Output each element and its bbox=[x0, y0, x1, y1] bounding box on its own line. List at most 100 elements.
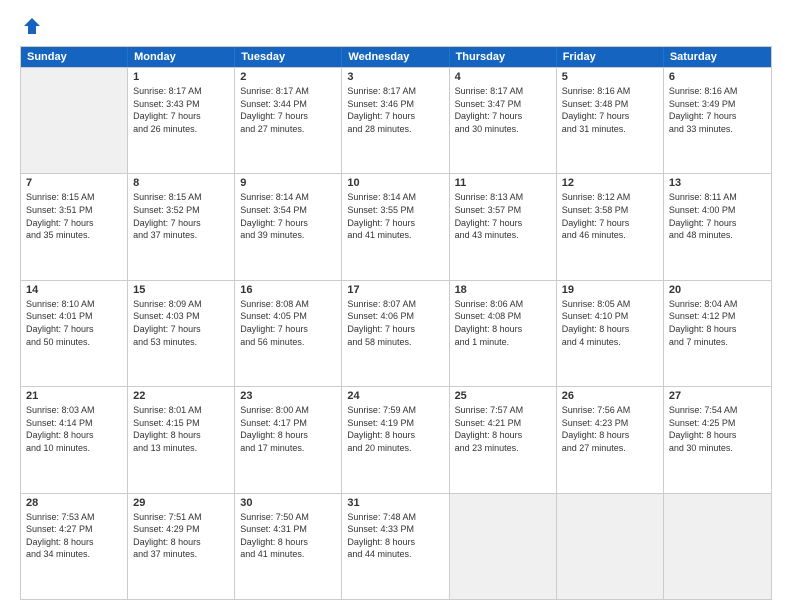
cell-info-line: Sunrise: 8:08 AM bbox=[240, 298, 336, 311]
cell-info-line: and 58 minutes. bbox=[347, 336, 443, 349]
cell-info-line: Daylight: 7 hours bbox=[562, 110, 658, 123]
cell-info-line: Sunset: 4:21 PM bbox=[455, 417, 551, 430]
day-number: 14 bbox=[26, 284, 122, 296]
cell-info-line: Sunset: 4:33 PM bbox=[347, 523, 443, 536]
cell-info-line: and 37 minutes. bbox=[133, 229, 229, 242]
cell-info-line: Daylight: 8 hours bbox=[455, 429, 551, 442]
day-number: 6 bbox=[669, 71, 766, 83]
day-cell-28: 28Sunrise: 7:53 AMSunset: 4:27 PMDayligh… bbox=[21, 494, 128, 599]
cell-info-line: Sunset: 3:57 PM bbox=[455, 204, 551, 217]
cell-info-line: Sunrise: 8:15 AM bbox=[133, 191, 229, 204]
day-number: 11 bbox=[455, 177, 551, 189]
day-number: 8 bbox=[133, 177, 229, 189]
day-number: 12 bbox=[562, 177, 658, 189]
cell-info-line: Sunset: 4:06 PM bbox=[347, 310, 443, 323]
cell-info-line: Sunset: 4:14 PM bbox=[26, 417, 122, 430]
cell-info-line: Daylight: 7 hours bbox=[669, 217, 766, 230]
day-cell-22: 22Sunrise: 8:01 AMSunset: 4:15 PMDayligh… bbox=[128, 387, 235, 492]
cell-info-line: Sunrise: 8:03 AM bbox=[26, 404, 122, 417]
cell-info-line: Sunrise: 8:17 AM bbox=[133, 85, 229, 98]
day-number: 10 bbox=[347, 177, 443, 189]
day-number: 29 bbox=[133, 497, 229, 509]
cell-info-line: Sunrise: 8:16 AM bbox=[669, 85, 766, 98]
day-cell-27: 27Sunrise: 7:54 AMSunset: 4:25 PMDayligh… bbox=[664, 387, 771, 492]
cell-info-line: Daylight: 8 hours bbox=[562, 429, 658, 442]
cell-info-line: Sunset: 4:23 PM bbox=[562, 417, 658, 430]
cell-info-line: Daylight: 7 hours bbox=[240, 217, 336, 230]
empty-cell bbox=[450, 494, 557, 599]
cell-info-line: Sunset: 4:00 PM bbox=[669, 204, 766, 217]
header-day-friday: Friday bbox=[557, 47, 664, 67]
cell-info-line: Sunrise: 7:50 AM bbox=[240, 511, 336, 524]
cell-info-line: Daylight: 8 hours bbox=[562, 323, 658, 336]
cell-info-line: and 41 minutes. bbox=[347, 229, 443, 242]
day-number: 1 bbox=[133, 71, 229, 83]
cell-info-line: Sunrise: 8:10 AM bbox=[26, 298, 122, 311]
cell-info-line: Sunset: 3:46 PM bbox=[347, 98, 443, 111]
cell-info-line: and 50 minutes. bbox=[26, 336, 122, 349]
cell-info-line: and 34 minutes. bbox=[26, 548, 122, 561]
day-cell-5: 5Sunrise: 8:16 AMSunset: 3:48 PMDaylight… bbox=[557, 68, 664, 173]
day-number: 4 bbox=[455, 71, 551, 83]
cell-info-line: Sunrise: 8:09 AM bbox=[133, 298, 229, 311]
cell-info-line: and 30 minutes. bbox=[669, 442, 766, 455]
header-day-monday: Monday bbox=[128, 47, 235, 67]
calendar-row-4: 21Sunrise: 8:03 AMSunset: 4:14 PMDayligh… bbox=[21, 386, 771, 492]
cell-info-line: and 41 minutes. bbox=[240, 548, 336, 561]
calendar-row-1: 1Sunrise: 8:17 AMSunset: 3:43 PMDaylight… bbox=[21, 67, 771, 173]
day-number: 23 bbox=[240, 390, 336, 402]
cell-info-line: Sunrise: 8:07 AM bbox=[347, 298, 443, 311]
cell-info-line: Daylight: 8 hours bbox=[133, 536, 229, 549]
day-cell-2: 2Sunrise: 8:17 AMSunset: 3:44 PMDaylight… bbox=[235, 68, 342, 173]
cell-info-line: and 28 minutes. bbox=[347, 123, 443, 136]
cell-info-line: Daylight: 7 hours bbox=[347, 323, 443, 336]
day-cell-30: 30Sunrise: 7:50 AMSunset: 4:31 PMDayligh… bbox=[235, 494, 342, 599]
cell-info-line: Sunrise: 8:01 AM bbox=[133, 404, 229, 417]
cell-info-line: and 33 minutes. bbox=[669, 123, 766, 136]
calendar-header: SundayMondayTuesdayWednesdayThursdayFrid… bbox=[21, 47, 771, 67]
cell-info-line: Sunset: 3:58 PM bbox=[562, 204, 658, 217]
day-number: 15 bbox=[133, 284, 229, 296]
cell-info-line: and 26 minutes. bbox=[133, 123, 229, 136]
day-cell-13: 13Sunrise: 8:11 AMSunset: 4:00 PMDayligh… bbox=[664, 174, 771, 279]
cell-info-line: Sunrise: 8:17 AM bbox=[240, 85, 336, 98]
day-number: 30 bbox=[240, 497, 336, 509]
cell-info-line: and 23 minutes. bbox=[455, 442, 551, 455]
cell-info-line: Sunrise: 8:14 AM bbox=[347, 191, 443, 204]
cell-info-line: and 48 minutes. bbox=[669, 229, 766, 242]
day-cell-9: 9Sunrise: 8:14 AMSunset: 3:54 PMDaylight… bbox=[235, 174, 342, 279]
day-cell-4: 4Sunrise: 8:17 AMSunset: 3:47 PMDaylight… bbox=[450, 68, 557, 173]
cell-info-line: Sunrise: 7:54 AM bbox=[669, 404, 766, 417]
day-number: 17 bbox=[347, 284, 443, 296]
cell-info-line: Daylight: 7 hours bbox=[455, 110, 551, 123]
cell-info-line: Sunrise: 7:51 AM bbox=[133, 511, 229, 524]
header-day-wednesday: Wednesday bbox=[342, 47, 449, 67]
day-cell-1: 1Sunrise: 8:17 AMSunset: 3:43 PMDaylight… bbox=[128, 68, 235, 173]
cell-info-line: and 27 minutes. bbox=[240, 123, 336, 136]
cell-info-line: Daylight: 7 hours bbox=[347, 110, 443, 123]
cell-info-line: Sunset: 4:15 PM bbox=[133, 417, 229, 430]
cell-info-line: and 7 minutes. bbox=[669, 336, 766, 349]
day-cell-10: 10Sunrise: 8:14 AMSunset: 3:55 PMDayligh… bbox=[342, 174, 449, 279]
empty-cell bbox=[557, 494, 664, 599]
day-number: 7 bbox=[26, 177, 122, 189]
empty-cell bbox=[664, 494, 771, 599]
cell-info-line: Sunset: 3:48 PM bbox=[562, 98, 658, 111]
page: SundayMondayTuesdayWednesdayThursdayFrid… bbox=[0, 0, 792, 612]
day-number: 18 bbox=[455, 284, 551, 296]
day-cell-21: 21Sunrise: 8:03 AMSunset: 4:14 PMDayligh… bbox=[21, 387, 128, 492]
cell-info-line: Sunset: 4:19 PM bbox=[347, 417, 443, 430]
day-cell-6: 6Sunrise: 8:16 AMSunset: 3:49 PMDaylight… bbox=[664, 68, 771, 173]
header-day-saturday: Saturday bbox=[664, 47, 771, 67]
cell-info-line: Sunrise: 7:59 AM bbox=[347, 404, 443, 417]
cell-info-line: Daylight: 8 hours bbox=[26, 536, 122, 549]
logo-icon bbox=[22, 16, 42, 36]
cell-info-line: and 1 minute. bbox=[455, 336, 551, 349]
cell-info-line: and 53 minutes. bbox=[133, 336, 229, 349]
day-number: 16 bbox=[240, 284, 336, 296]
cell-info-line: and 43 minutes. bbox=[455, 229, 551, 242]
cell-info-line: Sunset: 3:55 PM bbox=[347, 204, 443, 217]
logo bbox=[20, 16, 42, 38]
cell-info-line: Sunset: 4:03 PM bbox=[133, 310, 229, 323]
cell-info-line: Sunset: 3:54 PM bbox=[240, 204, 336, 217]
